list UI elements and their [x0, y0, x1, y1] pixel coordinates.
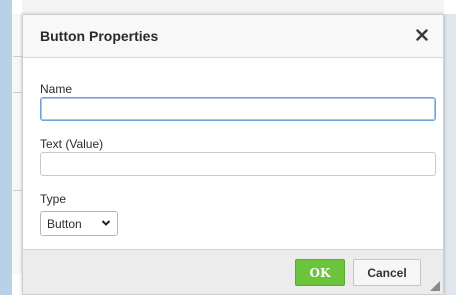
background-divider: [13, 190, 22, 191]
type-label: Type: [40, 192, 67, 206]
background-divider: [13, 92, 22, 93]
text-value-input[interactable]: [40, 152, 436, 176]
type-select[interactable]: Button: [40, 211, 118, 236]
chevron-down-icon: [101, 220, 111, 226]
name-label: Name: [40, 82, 73, 96]
resize-grip-icon[interactable]: [430, 281, 440, 291]
text-value-label: Text (Value): [40, 137, 104, 151]
close-button[interactable]: [410, 23, 434, 47]
background-divider: [13, 56, 22, 57]
dialog-title: Button Properties: [40, 28, 159, 44]
button-properties-dialog: Button Properties Name Text (Value) Type…: [22, 14, 444, 295]
background-right-strip: [444, 14, 456, 295]
name-input[interactable]: [40, 97, 436, 121]
ok-button[interactable]: OK: [295, 259, 345, 286]
dialog-header: Button Properties: [23, 15, 443, 58]
close-icon: [416, 29, 428, 41]
dialog-footer: OK Cancel: [23, 249, 443, 294]
cancel-button[interactable]: Cancel: [353, 259, 421, 286]
type-select-value: Button: [47, 216, 82, 231]
background-toolbar-strip: [22, 0, 444, 14]
